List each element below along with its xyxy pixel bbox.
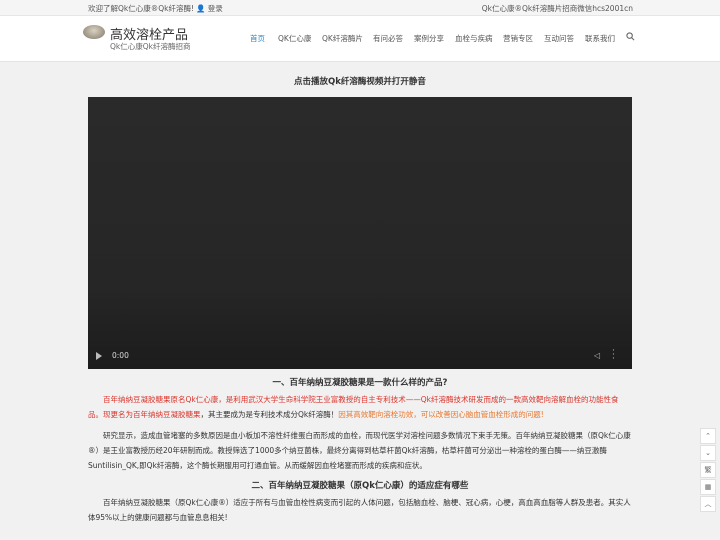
video-time: 0:00 xyxy=(112,351,129,360)
article-body: 一、百年纳纳豆凝胶糖果是一款什么样的产品? 百年纳纳豆凝胶糖果原名Qk仁心康，是… xyxy=(88,376,632,525)
logo-image[interactable] xyxy=(83,25,105,39)
nav-interactive[interactable]: 互动问答 xyxy=(544,33,574,44)
video-player[interactable]: 0:00 ◁ · · · xyxy=(88,97,632,369)
qr-code-icon[interactable]: ▦ xyxy=(700,479,716,495)
volume-icon[interactable]: ◁ xyxy=(594,352,601,360)
paragraph-2: 研究显示，造成血管堵塞的多数原因是血小板加不溶性纤维蛋白而形成的血栓，而现代医学… xyxy=(88,431,631,470)
paragraph-1-middle: ，其主要成为是专利技术成分Qk纤溶酶！ xyxy=(200,410,339,419)
login-label: 登录 xyxy=(207,4,223,13)
video-heading-wrap: 点击播放Qk纤溶酶视频并打开静音 xyxy=(88,75,632,87)
paragraph-3: 百年纳纳豆凝胶糖果（原Qk仁心康®）适应于所有与血管血栓性病变而引起的人体问题，… xyxy=(88,498,631,522)
nav-qa[interactable]: 有问必答 xyxy=(373,33,403,44)
nav-qk-renxinkang[interactable]: QK仁心康 xyxy=(278,33,311,44)
nav-home[interactable]: 首页 xyxy=(250,33,265,44)
search-icon[interactable] xyxy=(626,32,635,41)
top-bar: 欢迎了解Qk仁心康®Qk纤溶酶! 👤 登录 Qk仁心康®Qk纤溶酶片招商微信hc… xyxy=(0,0,720,16)
section-heading-1: 一、百年纳纳豆凝胶糖果是一款什么样的产品? xyxy=(272,378,448,388)
nav-cases[interactable]: 案例分享 xyxy=(414,33,444,44)
traditional-chinese-button[interactable]: 繁 xyxy=(700,462,716,478)
back-to-top-button[interactable]: ︿ xyxy=(700,496,716,512)
nav-marketing[interactable]: 营销专区 xyxy=(503,33,533,44)
scroll-up-button[interactable]: ⌃ xyxy=(700,428,716,444)
nav-qk-tablets[interactable]: QK纤溶酶片 xyxy=(322,33,363,44)
video-heading: 点击播放Qk纤溶酶视频并打开静音 xyxy=(294,77,426,87)
site-tagline: Qk仁心康Qk纤溶酶招商 xyxy=(110,42,191,51)
section-heading-2: 二、百年纳纳豆凝胶糖果（原Qk仁心康）的适应症有哪些 xyxy=(251,481,469,491)
paragraph-1: 百年纳纳豆凝胶糖果原名Qk仁心康，是利用武汉大学生命科学院王业富教授的自主专利技… xyxy=(88,392,632,422)
scroll-down-button[interactable]: ⌄ xyxy=(700,445,716,461)
paragraph-1-highlight: 因其高效靶向溶栓功效，可以改善因心脑血管血栓形成的问题! xyxy=(338,410,544,419)
nav-contact[interactable]: 联系我们 xyxy=(585,33,615,44)
nav-thrombus[interactable]: 血栓与疾病 xyxy=(455,33,493,44)
topbar-wechat-text: Qk仁心康®Qk纤溶酶片招商微信hcs2001cn xyxy=(481,4,633,13)
welcome-text: 欢迎了解Qk仁心康®Qk纤溶酶! xyxy=(88,4,194,13)
more-options-icon[interactable]: · · · xyxy=(612,347,615,364)
site-header: 高效溶栓产品 Qk仁心康Qk纤溶酶招商 首页 QK仁心康 QK纤溶酶片 有问必答… xyxy=(0,16,720,62)
user-icon: 👤 xyxy=(196,4,206,13)
video-controls: 0:00 ◁ · · · xyxy=(88,343,632,369)
login-link[interactable]: 👤 登录 xyxy=(196,3,223,14)
play-icon[interactable] xyxy=(96,352,102,360)
